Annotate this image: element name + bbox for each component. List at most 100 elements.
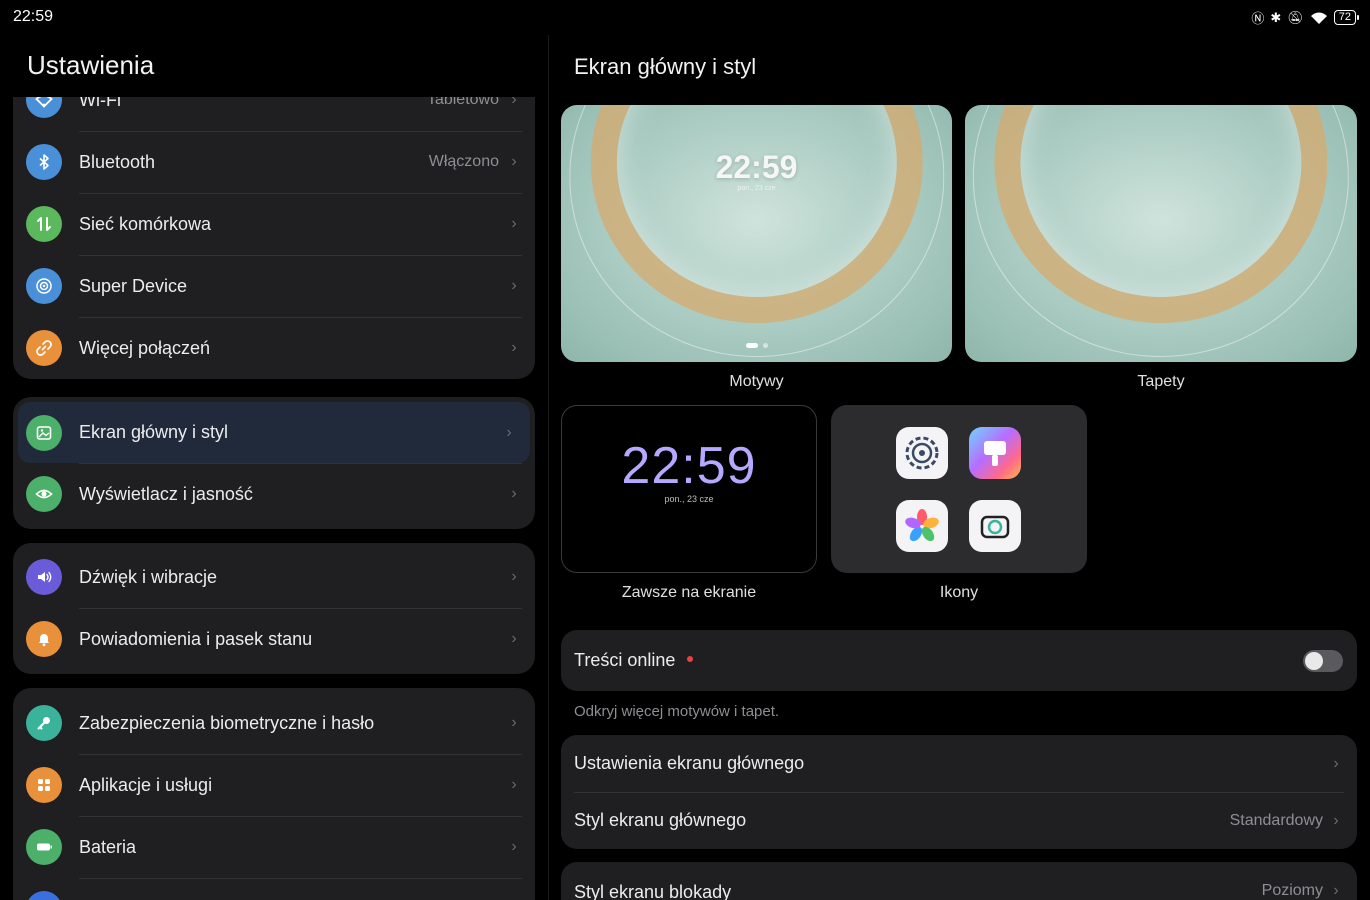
battery-indicator: 72 xyxy=(1333,10,1360,25)
sidebar-item-apps-services[interactable]: Aplikacje i usługi › xyxy=(13,754,535,816)
themes-tile[interactable]: 22:59 pon., 23 cze xyxy=(561,105,952,362)
sidebar-item-wifi[interactable]: Wi-Fi Tabletowo › xyxy=(13,97,535,131)
themes-app-icon xyxy=(969,427,1021,479)
sidebar-item-label: Bluetooth xyxy=(79,151,156,172)
sidebar-item-label: Ekran główny i styl xyxy=(79,422,229,442)
settings-list[interactable]: Wi-Fi Tabletowo › Bluetooth Włączono › S… xyxy=(0,97,548,900)
chevron-right-icon: › xyxy=(1333,882,1339,899)
new-badge-dot xyxy=(687,656,694,663)
sidebar-item-next[interactable] xyxy=(13,878,535,900)
settings-app-icon xyxy=(896,427,948,479)
home-screen-settings-row[interactable]: Ustawienia ekranu głównego › xyxy=(561,735,1357,792)
sidebar-item-label: Dźwięk i wibracje xyxy=(79,566,218,587)
aod-caption: Zawsze na ekranie xyxy=(621,584,757,601)
apps-icon xyxy=(26,767,62,803)
sidebar-item-label: Powiadomienia i pasek stanu xyxy=(79,628,313,649)
image-icon xyxy=(26,414,62,451)
sidebar-item-display-brightness[interactable]: Wyświetlacz i jasność › xyxy=(13,463,535,525)
sidebar-title: Ustawienia xyxy=(27,50,155,80)
chevron-right-icon: › xyxy=(1333,754,1339,772)
online-content-label: Treści online xyxy=(574,650,1303,671)
online-content-card: Treści online xyxy=(561,630,1357,691)
online-content-toggle[interactable] xyxy=(1303,649,1343,672)
theme-preview-date: pon., 23 cze xyxy=(737,185,776,192)
lock-screen-style-row[interactable]: Styl ekranu blokady Poziomy › xyxy=(561,862,1357,900)
chevron-right-icon: › xyxy=(511,339,517,356)
always-on-display-tile[interactable]: 22:59 pon., 23 cze xyxy=(561,405,817,573)
battery-icon xyxy=(26,829,62,865)
bluetooth-icon xyxy=(26,144,62,180)
chevron-right-icon: › xyxy=(511,153,517,170)
chevron-right-icon: › xyxy=(511,485,517,502)
home-screen-style-value: Standardowy xyxy=(1229,811,1323,829)
sidebar-item-label: Zabezpieczenia biometryczne i hasło xyxy=(79,712,375,733)
sidebar-item-label: Wi-Fi xyxy=(79,97,121,110)
home-screen-style-row[interactable]: Styl ekranu głównego Standardowy › xyxy=(561,792,1357,849)
lock-screen-card: Styl ekranu blokady Poziomy › xyxy=(561,862,1357,900)
settings-sidebar: Ustawienia Wi-Fi Tabletowo › Bluetooth W… xyxy=(0,0,548,900)
sidebar-item-bluetooth[interactable]: Bluetooth Włączono › xyxy=(13,131,535,193)
online-content-hint: Odkryj więcej motywów i tapet. xyxy=(574,703,780,720)
themes-caption: Motywy xyxy=(729,373,784,390)
camera-app-icon xyxy=(969,500,1021,552)
settings-group-display: Ekran główny i styl › Wyświetlacz i jasn… xyxy=(13,397,535,529)
home-screen-style-label: Styl ekranu głównego xyxy=(574,810,747,830)
chevron-right-icon: › xyxy=(511,714,517,731)
wallpapers-caption: Tapety xyxy=(1137,373,1185,390)
icons-tile[interactable] xyxy=(831,405,1087,573)
sidebar-item-home-screen-style[interactable]: Ekran główny i styl › xyxy=(18,402,530,463)
settings-group-connectivity: Wi-Fi Tabletowo › Bluetooth Włączono › S… xyxy=(13,97,535,379)
sidebar-item-value: Tabletowo xyxy=(426,97,499,108)
settings-item-icon xyxy=(26,891,62,900)
sidebar-item-label: Bateria xyxy=(79,836,137,857)
sidebar-item-sound-vibration[interactable]: Dźwięk i wibracje › xyxy=(13,546,535,608)
sidebar-item-label: Aplikacje i usługi xyxy=(79,774,213,795)
aod-preview-date: pon., 23 cze xyxy=(664,494,714,504)
settings-group-security: Zabezpieczenia biometryczne i hasło › Ap… xyxy=(13,688,535,900)
sidebar-item-cellular[interactable]: Sieć komórkowa › xyxy=(13,193,535,255)
page-indicator xyxy=(745,343,768,348)
sidebar-item-biometrics[interactable]: Zabezpieczenia biometryczne i hasło › xyxy=(13,692,535,754)
chevron-right-icon: › xyxy=(511,277,517,294)
page-dot-active xyxy=(745,343,758,348)
lock-screen-style-label: Styl ekranu blokady xyxy=(574,882,732,900)
icons-caption: Ikony xyxy=(939,584,979,601)
key-icon xyxy=(26,705,62,741)
wifi-icon xyxy=(26,97,62,118)
cellular-icon xyxy=(26,206,62,242)
home-screen-settings-label: Ustawienia ekranu głównego xyxy=(574,753,805,773)
lock-screen-style-value: Poziomy xyxy=(1261,882,1323,899)
sidebar-item-value: Włączono xyxy=(428,153,499,170)
sidebar-item-label: Super Device xyxy=(79,275,188,296)
sidebar-item-label: Więcej połączeń xyxy=(79,337,211,358)
sidebar-item-battery[interactable]: Bateria › xyxy=(13,816,535,878)
pane-divider xyxy=(548,35,549,900)
page-dot xyxy=(762,343,768,348)
chevron-right-icon: › xyxy=(506,423,512,441)
settings-group-sound: Dźwięk i wibracje › Powiadomienia i pase… xyxy=(13,543,535,674)
chevron-right-icon: › xyxy=(1333,811,1339,829)
status-icons: Ⓝ ✱ 🔕︎ 72 xyxy=(1251,8,1360,27)
home-screen-card: Ustawienia ekranu głównego › Styl ekranu… xyxy=(561,735,1357,849)
page-title: Ekran główny i styl xyxy=(574,54,757,79)
chevron-right-icon: › xyxy=(511,97,517,108)
chevron-right-icon: › xyxy=(511,838,517,855)
wallpapers-tile[interactable] xyxy=(965,105,1357,362)
chevron-right-icon: › xyxy=(511,630,517,647)
chevron-right-icon: › xyxy=(511,776,517,793)
theme-preview-clock: 22:59 xyxy=(715,149,798,185)
speaker-icon xyxy=(26,559,62,595)
sidebar-item-more-connections[interactable]: Więcej połączeń › xyxy=(13,317,535,379)
link-icon xyxy=(26,330,62,366)
chevron-right-icon: › xyxy=(511,215,517,232)
mute-icon: 🔕︎ xyxy=(1287,9,1304,25)
sidebar-item-super-device[interactable]: Super Device › xyxy=(13,255,535,317)
eye-icon xyxy=(26,476,62,512)
sidebar-item-label: Wyświetlacz i jasność xyxy=(79,483,253,504)
online-content-row[interactable]: Treści online xyxy=(561,630,1357,691)
bell-icon xyxy=(26,621,62,657)
super-device-icon xyxy=(26,268,62,304)
sidebar-item-notifications[interactable]: Powiadomienia i pasek stanu › xyxy=(13,608,535,670)
bluetooth-status-icon: ✱ xyxy=(1270,9,1282,25)
chevron-right-icon: › xyxy=(511,568,517,585)
